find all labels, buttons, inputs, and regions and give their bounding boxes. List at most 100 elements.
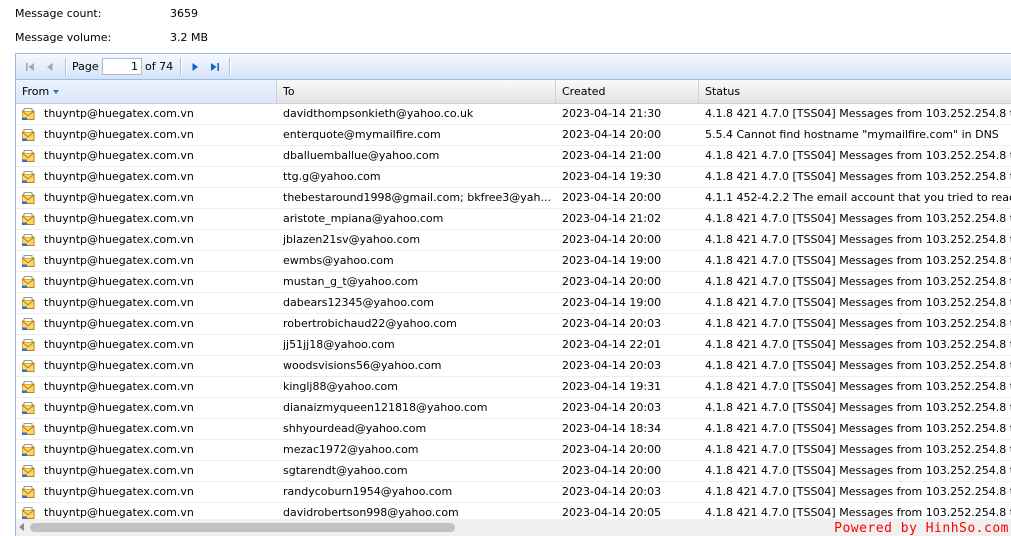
cell-to: thebestaround1998@gmail.com; bkfree3@yah…	[283, 191, 552, 204]
cell-status: 4.1.8 421 4.7.0 [TSS04] Messages from 10…	[705, 317, 1011, 330]
cell-status: 4.1.8 421 4.7.0 [TSS04] Messages from 10…	[705, 338, 1011, 351]
first-page-icon	[26, 63, 34, 71]
column-header-status[interactable]: Status	[699, 80, 1011, 103]
table-row[interactable]: thuyntp@huegatex.com.vn ewmbs@yahoo.com …	[16, 251, 1011, 272]
from-text: thuyntp@huegatex.com.vn	[44, 296, 194, 309]
table-row[interactable]: thuyntp@huegatex.com.vn kinglj88@yahoo.c…	[16, 377, 1011, 398]
from-text: thuyntp@huegatex.com.vn	[44, 338, 194, 351]
envelope-icon	[22, 234, 35, 246]
envelope-icon	[22, 213, 35, 225]
from-text: thuyntp@huegatex.com.vn	[44, 464, 194, 477]
page-number-input[interactable]	[102, 58, 142, 75]
table-row[interactable]: thuyntp@huegatex.com.vn davidthompsonkie…	[16, 104, 1011, 125]
envelope-icon	[22, 108, 35, 120]
cell-status: 4.1.8 421 4.7.0 [TSS04] Messages from 10…	[705, 443, 1011, 456]
column-header-created[interactable]: Created	[556, 80, 699, 103]
from-text: thuyntp@huegatex.com.vn	[44, 443, 194, 456]
envelope-icon	[22, 381, 35, 393]
from-text: thuyntp@huegatex.com.vn	[44, 254, 194, 267]
table-row[interactable]: thuyntp@huegatex.com.vn robertrobichaud2…	[16, 314, 1011, 335]
table-row[interactable]: thuyntp@huegatex.com.vn dabears12345@yah…	[16, 293, 1011, 314]
table-row[interactable]: thuyntp@huegatex.com.vn dianaizmyqueen12…	[16, 398, 1011, 419]
from-text: thuyntp@huegatex.com.vn	[44, 128, 194, 141]
table-row[interactable]: thuyntp@huegatex.com.vn randycoburn1954@…	[16, 482, 1011, 503]
from-text: thuyntp@huegatex.com.vn	[44, 170, 194, 183]
cell-from: thuyntp@huegatex.com.vn	[22, 503, 277, 519]
column-header-from-label: From	[22, 85, 50, 98]
next-page-button[interactable]	[186, 58, 204, 76]
first-page-button[interactable]	[21, 58, 39, 76]
cell-created: 2023-04-14 22:01	[562, 338, 662, 351]
scrollbar-thumb[interactable]	[30, 523, 455, 532]
cell-from: thuyntp@huegatex.com.vn	[22, 356, 277, 376]
last-page-button[interactable]	[206, 58, 224, 76]
prev-page-icon	[47, 63, 53, 71]
envelope-icon	[22, 192, 35, 204]
cell-to: robertrobichaud22@yahoo.com	[283, 317, 457, 330]
from-text: thuyntp@huegatex.com.vn	[44, 485, 194, 498]
cell-from: thuyntp@huegatex.com.vn	[22, 230, 277, 250]
watermark: Powered by HinhSo.com	[834, 521, 1009, 536]
from-text: thuyntp@huegatex.com.vn	[44, 233, 194, 246]
table-row[interactable]: thuyntp@huegatex.com.vn shhyourdead@yaho…	[16, 419, 1011, 440]
table-row[interactable]: thuyntp@huegatex.com.vn thebestaround199…	[16, 188, 1011, 209]
cell-created: 2023-04-14 18:34	[562, 422, 662, 435]
table-row[interactable]: thuyntp@huegatex.com.vn mezac1972@yahoo.…	[16, 440, 1011, 461]
table-row[interactable]: thuyntp@huegatex.com.vn sgtarendt@yahoo.…	[16, 461, 1011, 482]
cell-from: thuyntp@huegatex.com.vn	[22, 251, 277, 271]
cell-status: 4.1.8 421 4.7.0 [TSS04] Messages from 10…	[705, 359, 1011, 372]
table-row[interactable]: thuyntp@huegatex.com.vn dballuemballue@y…	[16, 146, 1011, 167]
envelope-icon	[22, 276, 35, 288]
page-total: of 74	[145, 60, 174, 73]
envelope-icon	[22, 171, 35, 183]
cell-created: 2023-04-14 20:00	[562, 443, 662, 456]
cell-from: thuyntp@huegatex.com.vn	[22, 209, 277, 229]
page-label: Page	[72, 60, 99, 73]
column-header-to-label: To	[283, 85, 295, 98]
cell-to: ttg.g@yahoo.com	[283, 170, 381, 183]
cell-created: 2023-04-14 19:00	[562, 254, 662, 267]
envelope-icon	[22, 465, 35, 477]
cell-created: 2023-04-14 20:00	[562, 233, 662, 246]
grid-header: From To Created Status	[16, 80, 1011, 104]
from-text: thuyntp@huegatex.com.vn	[44, 506, 194, 519]
cell-from: thuyntp@huegatex.com.vn	[22, 314, 277, 334]
cell-status: 5.5.4 Cannot find hostname "mymailfire.c…	[705, 128, 999, 141]
cell-created: 2023-04-14 20:00	[562, 191, 662, 204]
column-header-to[interactable]: To	[277, 80, 556, 103]
column-header-from[interactable]: From	[16, 80, 277, 103]
scroll-left-icon[interactable]	[19, 523, 24, 531]
cell-to: kinglj88@yahoo.com	[283, 380, 398, 393]
table-row[interactable]: thuyntp@huegatex.com.vn mustan_g_t@yahoo…	[16, 272, 1011, 293]
cell-from: thuyntp@huegatex.com.vn	[22, 377, 277, 397]
table-row[interactable]: thuyntp@huegatex.com.vn woodsvisions56@y…	[16, 356, 1011, 377]
table-row[interactable]: thuyntp@huegatex.com.vn ttg.g@yahoo.com …	[16, 167, 1011, 188]
cell-to: davidthompsonkieth@yahoo.co.uk	[283, 107, 474, 120]
envelope-icon	[22, 507, 35, 519]
next-page-icon	[192, 63, 198, 71]
toolbar-separator	[65, 58, 67, 75]
cell-to: jblazen21sv@yahoo.com	[283, 233, 421, 246]
table-row[interactable]: thuyntp@huegatex.com.vn jj51jj18@yahoo.c…	[16, 335, 1011, 356]
cell-from: thuyntp@huegatex.com.vn	[22, 419, 277, 439]
cell-created: 2023-04-14 20:03	[562, 401, 662, 414]
from-text: thuyntp@huegatex.com.vn	[44, 149, 194, 162]
message-volume-label: Message volume:	[15, 31, 112, 44]
table-row[interactable]: thuyntp@huegatex.com.vn davidrobertson99…	[16, 503, 1011, 519]
prev-page-button[interactable]	[41, 58, 59, 76]
cell-status: 4.1.8 421 4.7.0 [TSS04] Messages from 10…	[705, 464, 1011, 477]
cell-status: 4.1.8 421 4.7.0 [TSS04] Messages from 10…	[705, 275, 1011, 288]
cell-status: 4.1.8 421 4.7.0 [TSS04] Messages from 10…	[705, 149, 1011, 162]
envelope-icon	[22, 150, 35, 162]
table-row[interactable]: thuyntp@huegatex.com.vn jblazen21sv@yaho…	[16, 230, 1011, 251]
cell-created: 2023-04-14 20:03	[562, 317, 662, 330]
cell-created: 2023-04-14 19:31	[562, 380, 662, 393]
table-row[interactable]: thuyntp@huegatex.com.vn aristote_mpiana@…	[16, 209, 1011, 230]
table-row[interactable]: thuyntp@huegatex.com.vn enterquote@mymai…	[16, 125, 1011, 146]
cell-to: randycoburn1954@yahoo.com	[283, 485, 453, 498]
paging-toolbar: Page of 74	[16, 54, 1011, 80]
cell-status: 4.1.8 421 4.7.0 [TSS04] Messages from 10…	[705, 170, 1011, 183]
cell-status: 4.1.8 421 4.7.0 [TSS04] Messages from 10…	[705, 107, 1011, 120]
message-volume-value: 3.2 MB	[170, 31, 209, 44]
cell-status: 4.1.8 421 4.7.0 [TSS04] Messages from 10…	[705, 212, 1011, 225]
